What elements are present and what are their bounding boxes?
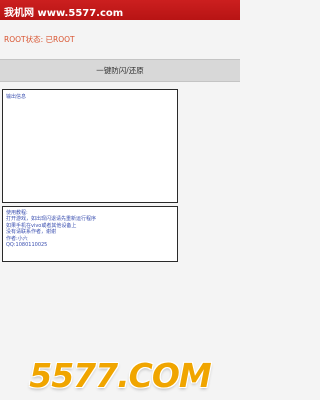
- top-banner: 我机网 www.5577.com: [0, 0, 240, 20]
- output-panel: 输出信息: [2, 89, 178, 203]
- info-panel: 使用教程: 打开游戏，如出现闪退请先重新运行程序 如果手机在vivo或者其他设备…: [2, 206, 178, 262]
- one-key-restore-button[interactable]: 一键防闪/还原: [0, 59, 240, 82]
- root-status-text: ROOT状态: 已ROOT: [4, 35, 75, 44]
- info-line: QQ:1080110025: [6, 242, 48, 249]
- watermark-logo: 5577.COM: [29, 356, 212, 395]
- output-label: 输出信息: [6, 94, 27, 100]
- site-label[interactable]: 我机网 www.5577.com: [4, 4, 123, 19]
